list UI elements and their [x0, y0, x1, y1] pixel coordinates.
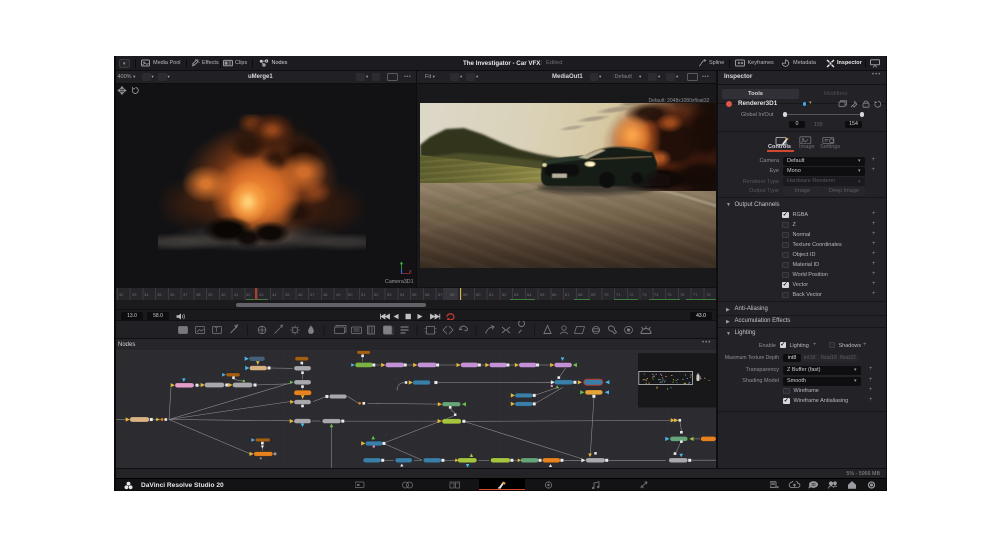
svg-text:x: x [409, 269, 412, 275]
svg-text:T: T [215, 328, 219, 334]
